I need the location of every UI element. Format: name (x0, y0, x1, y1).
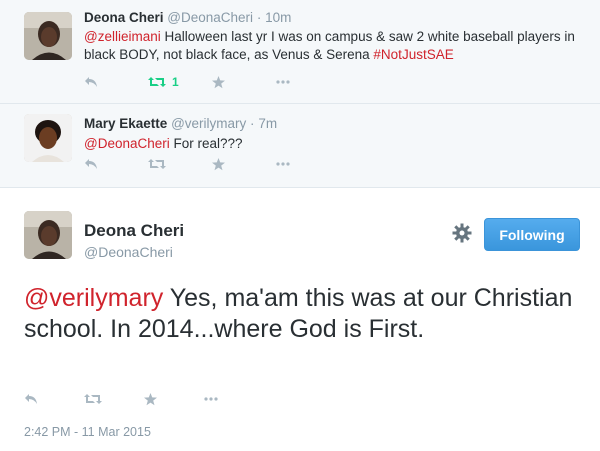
retweet-icon (84, 394, 102, 404)
retweet-icon (148, 159, 166, 169)
mention-link[interactable]: @zellieimani (84, 29, 161, 44)
tweet-header: Mary Ekaette @verilymary · 7m (84, 116, 277, 131)
reply-icon (85, 77, 97, 87)
author-name[interactable]: Deona Cheri (84, 10, 164, 25)
reply-button[interactable] (84, 73, 148, 91)
tweet-timestamp[interactable]: 2:42 PM - 11 Mar 2015 (24, 425, 151, 439)
retweet-button[interactable]: 1 (148, 73, 212, 91)
favorite-icon (212, 75, 225, 88)
reply-button[interactable] (24, 390, 84, 408)
favorite-icon (144, 392, 157, 405)
reply-icon (85, 159, 97, 169)
tweet-actions (24, 390, 264, 408)
more-button[interactable] (276, 155, 340, 173)
retweet-icon (148, 77, 166, 87)
reply-tweet-1[interactable]: Deona Cheri @DeonaCheri · 10m @zellieima… (0, 0, 600, 104)
avatar[interactable] (24, 211, 72, 259)
author-handle[interactable]: @verilymary (171, 116, 246, 131)
retweet-button[interactable] (148, 155, 212, 173)
mention-link[interactable]: @verilymary (24, 284, 163, 312)
reply-icon (25, 394, 37, 404)
favorite-button[interactable] (212, 155, 276, 173)
more-icon (276, 162, 290, 166)
reply-button[interactable] (84, 155, 148, 173)
retweet-count: 1 (172, 75, 179, 89)
hashtag-link[interactable]: #NotJustSAE (373, 47, 453, 62)
gear-icon (452, 223, 472, 243)
avatar[interactable] (24, 12, 72, 60)
tweet-header: Deona Cheri @DeonaCheri · 10m (84, 10, 291, 25)
separator-dot: · (256, 10, 262, 25)
tweet-text: @zellieimani Halloween last yr I was on … (84, 28, 584, 64)
tweet-text: @DeonaCheri For real??? (84, 135, 584, 153)
more-button[interactable] (276, 73, 340, 91)
more-icon (276, 80, 290, 84)
author-name[interactable]: Mary Ekaette (84, 116, 167, 131)
separator-dot: · (250, 116, 255, 131)
author-handle[interactable]: @DeonaCheri (167, 10, 253, 25)
favorite-icon (212, 157, 225, 170)
tweet-time[interactable]: 7m (258, 116, 277, 131)
tweet-time[interactable]: 10m (265, 10, 291, 25)
favorite-button[interactable] (212, 73, 276, 91)
more-icon (204, 397, 218, 401)
tweet-actions (84, 155, 340, 173)
tweet-text: @verilymary Yes, ma'am this was at our C… (24, 283, 574, 345)
author-handle[interactable]: @DeonaCheri (84, 244, 173, 260)
mention-link[interactable]: @DeonaCheri (84, 136, 170, 151)
avatar[interactable] (24, 114, 72, 162)
more-button[interactable] (204, 390, 264, 408)
following-button[interactable]: Following (484, 218, 580, 251)
reply-tweet-2[interactable]: Mary Ekaette @verilymary · 7m @DeonaCher… (0, 104, 600, 188)
favorite-button[interactable] (144, 390, 204, 408)
permalink-tweet: Deona Cheri @DeonaCheri Following @veril… (0, 188, 600, 451)
tweet-actions: 1 (84, 73, 340, 91)
author-name[interactable]: Deona Cheri (84, 221, 184, 241)
tweet-body: For real??? (169, 136, 243, 151)
retweet-button[interactable] (84, 390, 144, 408)
user-actions-button[interactable] (451, 222, 473, 244)
